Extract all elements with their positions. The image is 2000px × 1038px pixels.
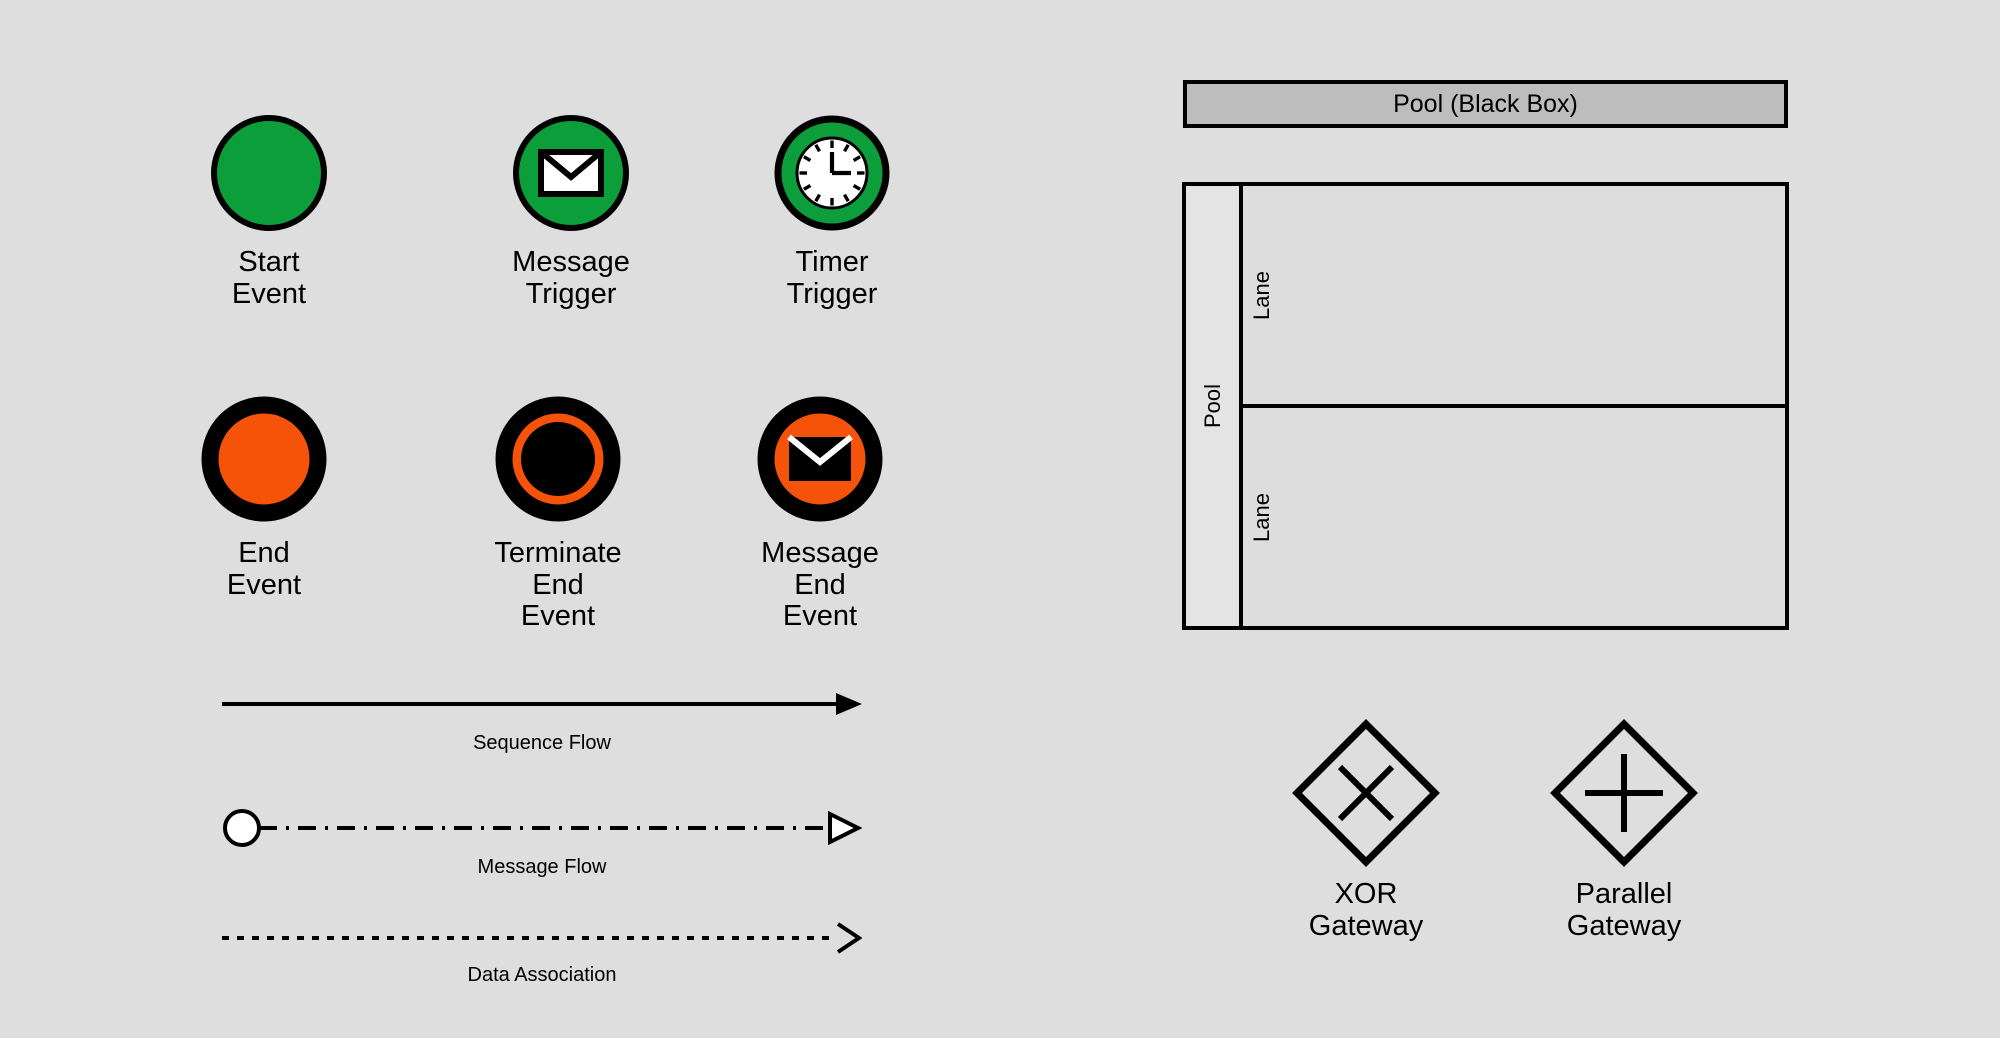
pool-black-box[interactable]: Pool (Black Box)	[1183, 80, 1788, 128]
lane-column: Lane Lane	[1243, 186, 1785, 626]
event-label: End Event	[226, 537, 302, 601]
lane-top[interactable]: Lane	[1243, 186, 1785, 404]
message-trigger-shape	[512, 114, 630, 237]
bpmn-legend-canvas: Start Event Message Trigger Timer Trigge…	[0, 0, 2000, 1038]
lane-bottom[interactable]: Lane	[1243, 404, 1785, 626]
start-event-shape	[210, 114, 328, 237]
event-timer-trigger[interactable]: Timer Trigger	[753, 114, 911, 310]
timer-trigger-shape	[773, 114, 891, 237]
clock-icon	[774, 115, 890, 231]
flow-data-association[interactable]: Data Association	[222, 918, 863, 998]
xor-gateway-shape	[1291, 718, 1441, 873]
event-label: Start Event	[231, 246, 307, 310]
event-label: Timer Trigger	[786, 246, 878, 310]
message-end-event-shape	[756, 395, 884, 528]
flow-message-flow[interactable]: Message Flow	[222, 806, 863, 886]
event-end-event[interactable]: End Event	[180, 395, 348, 601]
diamond-x-icon	[1292, 719, 1440, 867]
plain-circle-icon	[201, 396, 327, 522]
pool-title-column: Pool	[1186, 186, 1243, 626]
plain-circle-icon	[211, 115, 327, 231]
lane-top-label: Lane	[1249, 270, 1274, 320]
event-message-trigger[interactable]: Message Trigger	[492, 114, 650, 310]
end-event-shape	[200, 395, 328, 528]
gateway-parallel-gateway[interactable]: Parallel Gateway	[1538, 718, 1710, 942]
event-label: Message Trigger	[512, 246, 630, 310]
envelope-dark-icon	[757, 396, 883, 522]
envelope-icon	[513, 115, 629, 231]
lane-bottom-label: Lane	[1249, 492, 1274, 542]
sequence-flow-line	[222, 693, 862, 715]
pool-title-label: Pool	[1199, 383, 1225, 429]
event-start-event[interactable]: Start Event	[190, 114, 348, 310]
message-flow-line	[223, 809, 863, 847]
data-association-line	[222, 922, 863, 954]
filled-disc-icon	[495, 396, 621, 522]
flow-label: Data Association	[467, 964, 617, 986]
pool-with-lanes[interactable]: Pool Lane Lane	[1182, 182, 1789, 630]
flow-sequence-flow[interactable]: Sequence Flow	[222, 684, 862, 764]
event-label: Message End Event	[761, 537, 879, 633]
parallel-gateway-shape	[1549, 718, 1699, 873]
event-label: Terminate End Event	[494, 537, 622, 633]
event-terminate-end-event[interactable]: Terminate End Event	[474, 395, 642, 633]
gateway-xor-gateway[interactable]: XOR Gateway	[1280, 718, 1452, 942]
diamond-plus-icon	[1550, 719, 1698, 867]
gateway-label: Parallel Gateway	[1566, 878, 1682, 942]
event-message-end-event[interactable]: Message End Event	[736, 395, 904, 633]
pool-black-box-label: Pool (Black Box)	[1393, 89, 1578, 118]
gateway-label: XOR Gateway	[1308, 878, 1424, 942]
flow-label: Sequence Flow	[473, 732, 611, 754]
flow-label: Message Flow	[477, 856, 607, 878]
terminate-end-event-shape	[494, 395, 622, 528]
